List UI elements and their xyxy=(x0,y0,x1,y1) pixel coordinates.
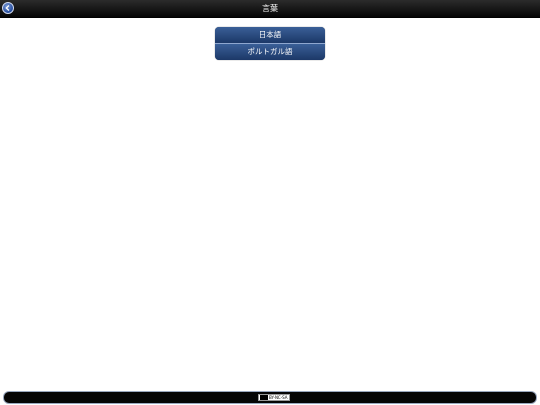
footer-bar: BY-NC-SA xyxy=(4,392,536,403)
navigation-bar: 言葉 xyxy=(0,0,540,18)
language-item-portuguese[interactable]: ポルトガル語 xyxy=(215,43,325,60)
language-list: 日本語 ポルトガル語 xyxy=(215,27,325,60)
page-title: 言葉 xyxy=(262,4,278,13)
creative-commons-icon xyxy=(260,395,268,400)
language-item-japanese[interactable]: 日本語 xyxy=(215,27,325,43)
license-text: BY-NC-SA xyxy=(269,395,288,400)
license-badge[interactable]: BY-NC-SA xyxy=(258,394,290,401)
